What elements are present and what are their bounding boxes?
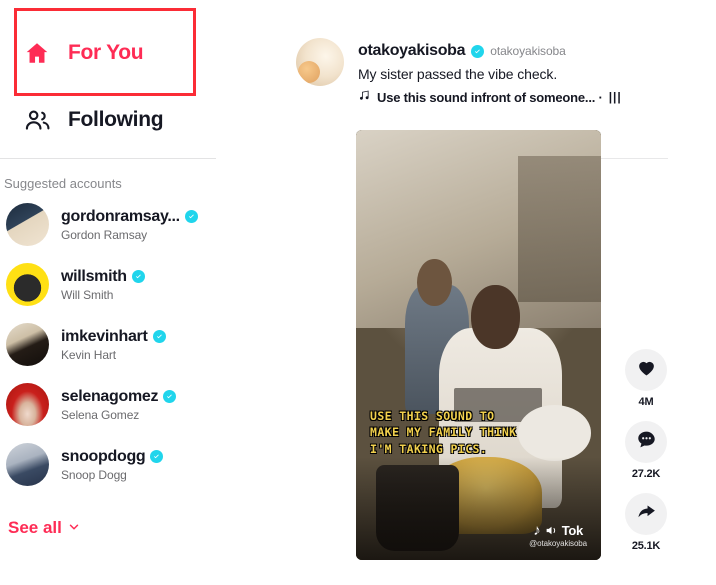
video-caption-overlay: USE THIS SOUND TO MAKE MY FAMILY THINK I… [370, 408, 570, 457]
suggested-accounts-list: gordonramsay... Gordon Ramsay willsmith [0, 202, 290, 502]
account-text: snoopdogg Snoop Dogg [61, 447, 164, 482]
sidebar-item-following-label: Following [68, 108, 164, 131]
verified-badge-icon [471, 44, 485, 58]
account-text: willsmith Will Smith [61, 268, 145, 302]
music-note-icon [358, 89, 371, 105]
share-arrow-icon [636, 501, 657, 527]
tiktok-feed-page: For You Following Suggested accounts gor… [0, 0, 716, 585]
post-sound-link[interactable]: Use this sound infront of someone... · |… [358, 89, 708, 105]
video-scene-head-back [417, 259, 452, 307]
tiktok-watermark-text: Tok [561, 523, 584, 538]
sidebar: For You Following Suggested accounts gor… [0, 0, 290, 585]
account-handle: imkevinhart [61, 327, 148, 345]
tiktok-logo-icon: ♪ [533, 522, 541, 539]
account-handle: snoopdogg [61, 447, 146, 465]
like-count: 4M [638, 396, 654, 408]
sidebar-item-following[interactable]: Following [22, 105, 164, 135]
share-action: 25.1K [616, 493, 676, 552]
list-item[interactable]: gordonramsay... Gordon Ramsay [0, 202, 290, 247]
see-all-button[interactable]: See all [8, 518, 80, 538]
account-name: Snoop Dogg [61, 467, 127, 482]
like-action: 4M [616, 349, 676, 408]
list-item[interactable]: snoopdogg Snoop Dogg [0, 442, 290, 487]
account-name: Kevin Hart [61, 347, 117, 362]
avatar [6, 383, 49, 426]
sound-equalizer-icon: ||| [608, 90, 622, 104]
see-all-label: See all [8, 518, 62, 537]
post-sound-label: Use this sound infront of someone... · [377, 89, 603, 105]
account-text: gordonramsay... Gordon Ramsay [61, 208, 198, 242]
avatar [6, 323, 49, 366]
speaker-icon [544, 524, 559, 537]
sidebar-divider [0, 158, 216, 159]
post-meta: otakoyakisoba otakoyakisoba My sister pa… [358, 42, 708, 105]
post-author-handle[interactable]: otakoyakisoba [358, 42, 466, 60]
account-handle: gordonramsay... [61, 207, 180, 225]
share-button[interactable] [625, 493, 667, 535]
sidebar-item-for-you-label: For You [68, 41, 144, 64]
comment-button[interactable] [625, 421, 667, 463]
account-text: imkevinhart Kevin Hart [61, 328, 166, 362]
account-text: selenagomez Selena Gomez [61, 387, 177, 422]
post-action-rail: 4M 27.2K 25.1K [616, 349, 676, 565]
account-name: Selena Gomez [61, 407, 140, 422]
chevron-down-icon [68, 521, 80, 536]
verified-badge-icon [150, 450, 164, 463]
verified-badge-icon [163, 390, 177, 403]
avatar [6, 263, 49, 306]
list-item[interactable]: imkevinhart Kevin Hart [0, 322, 290, 367]
avatar [6, 443, 49, 486]
comment-action: 27.2K [616, 421, 676, 480]
account-handle: selenagomez [61, 387, 159, 405]
list-item[interactable]: willsmith Will Smith [0, 262, 290, 307]
avatar[interactable] [296, 38, 344, 86]
video-player[interactable]: USE THIS SOUND TO MAKE MY FAMILY THINK I… [356, 130, 601, 560]
video-caption-line: I'M TAKING PICS. [370, 441, 488, 456]
account-name: Gordon Ramsay [61, 227, 148, 242]
post-author-nickname: otakoyakisoba [490, 44, 566, 58]
video-caption-line: MAKE MY FAMILY THINK [370, 425, 517, 440]
avatar [6, 203, 49, 246]
heart-icon [636, 357, 657, 383]
account-name: Will Smith [61, 287, 114, 302]
home-icon [22, 38, 52, 68]
people-icon [22, 105, 52, 135]
verified-badge-icon [131, 270, 145, 283]
verified-badge-icon [152, 330, 166, 343]
video-caption-line: USE THIS SOUND TO [370, 409, 495, 423]
video-scene-cabinet [517, 155, 601, 302]
list-item[interactable]: selenagomez Selena Gomez [0, 382, 290, 427]
account-handle: willsmith [61, 267, 127, 285]
video-scene-head-front [471, 284, 521, 350]
post-header: otakoyakisoba otakoyakisoba My sister pa… [296, 34, 716, 159]
like-button[interactable] [625, 349, 667, 391]
post-container: otakoyakisoba otakoyakisoba My sister pa… [296, 34, 716, 159]
sidebar-item-for-you[interactable]: For You [22, 38, 144, 68]
comment-icon [636, 429, 657, 455]
tiktok-watermark-username: @otakoyakisoba [529, 539, 587, 548]
tiktok-watermark: ♪ Tok @otakoyakisoba [529, 523, 587, 548]
author-line: otakoyakisoba otakoyakisoba [358, 42, 708, 60]
comment-count: 27.2K [631, 468, 661, 480]
suggested-accounts-title: Suggested accounts [4, 176, 122, 191]
post-caption: My sister passed the vibe check. [358, 66, 558, 82]
share-count: 25.1K [631, 540, 661, 552]
verified-badge-icon [184, 210, 198, 223]
